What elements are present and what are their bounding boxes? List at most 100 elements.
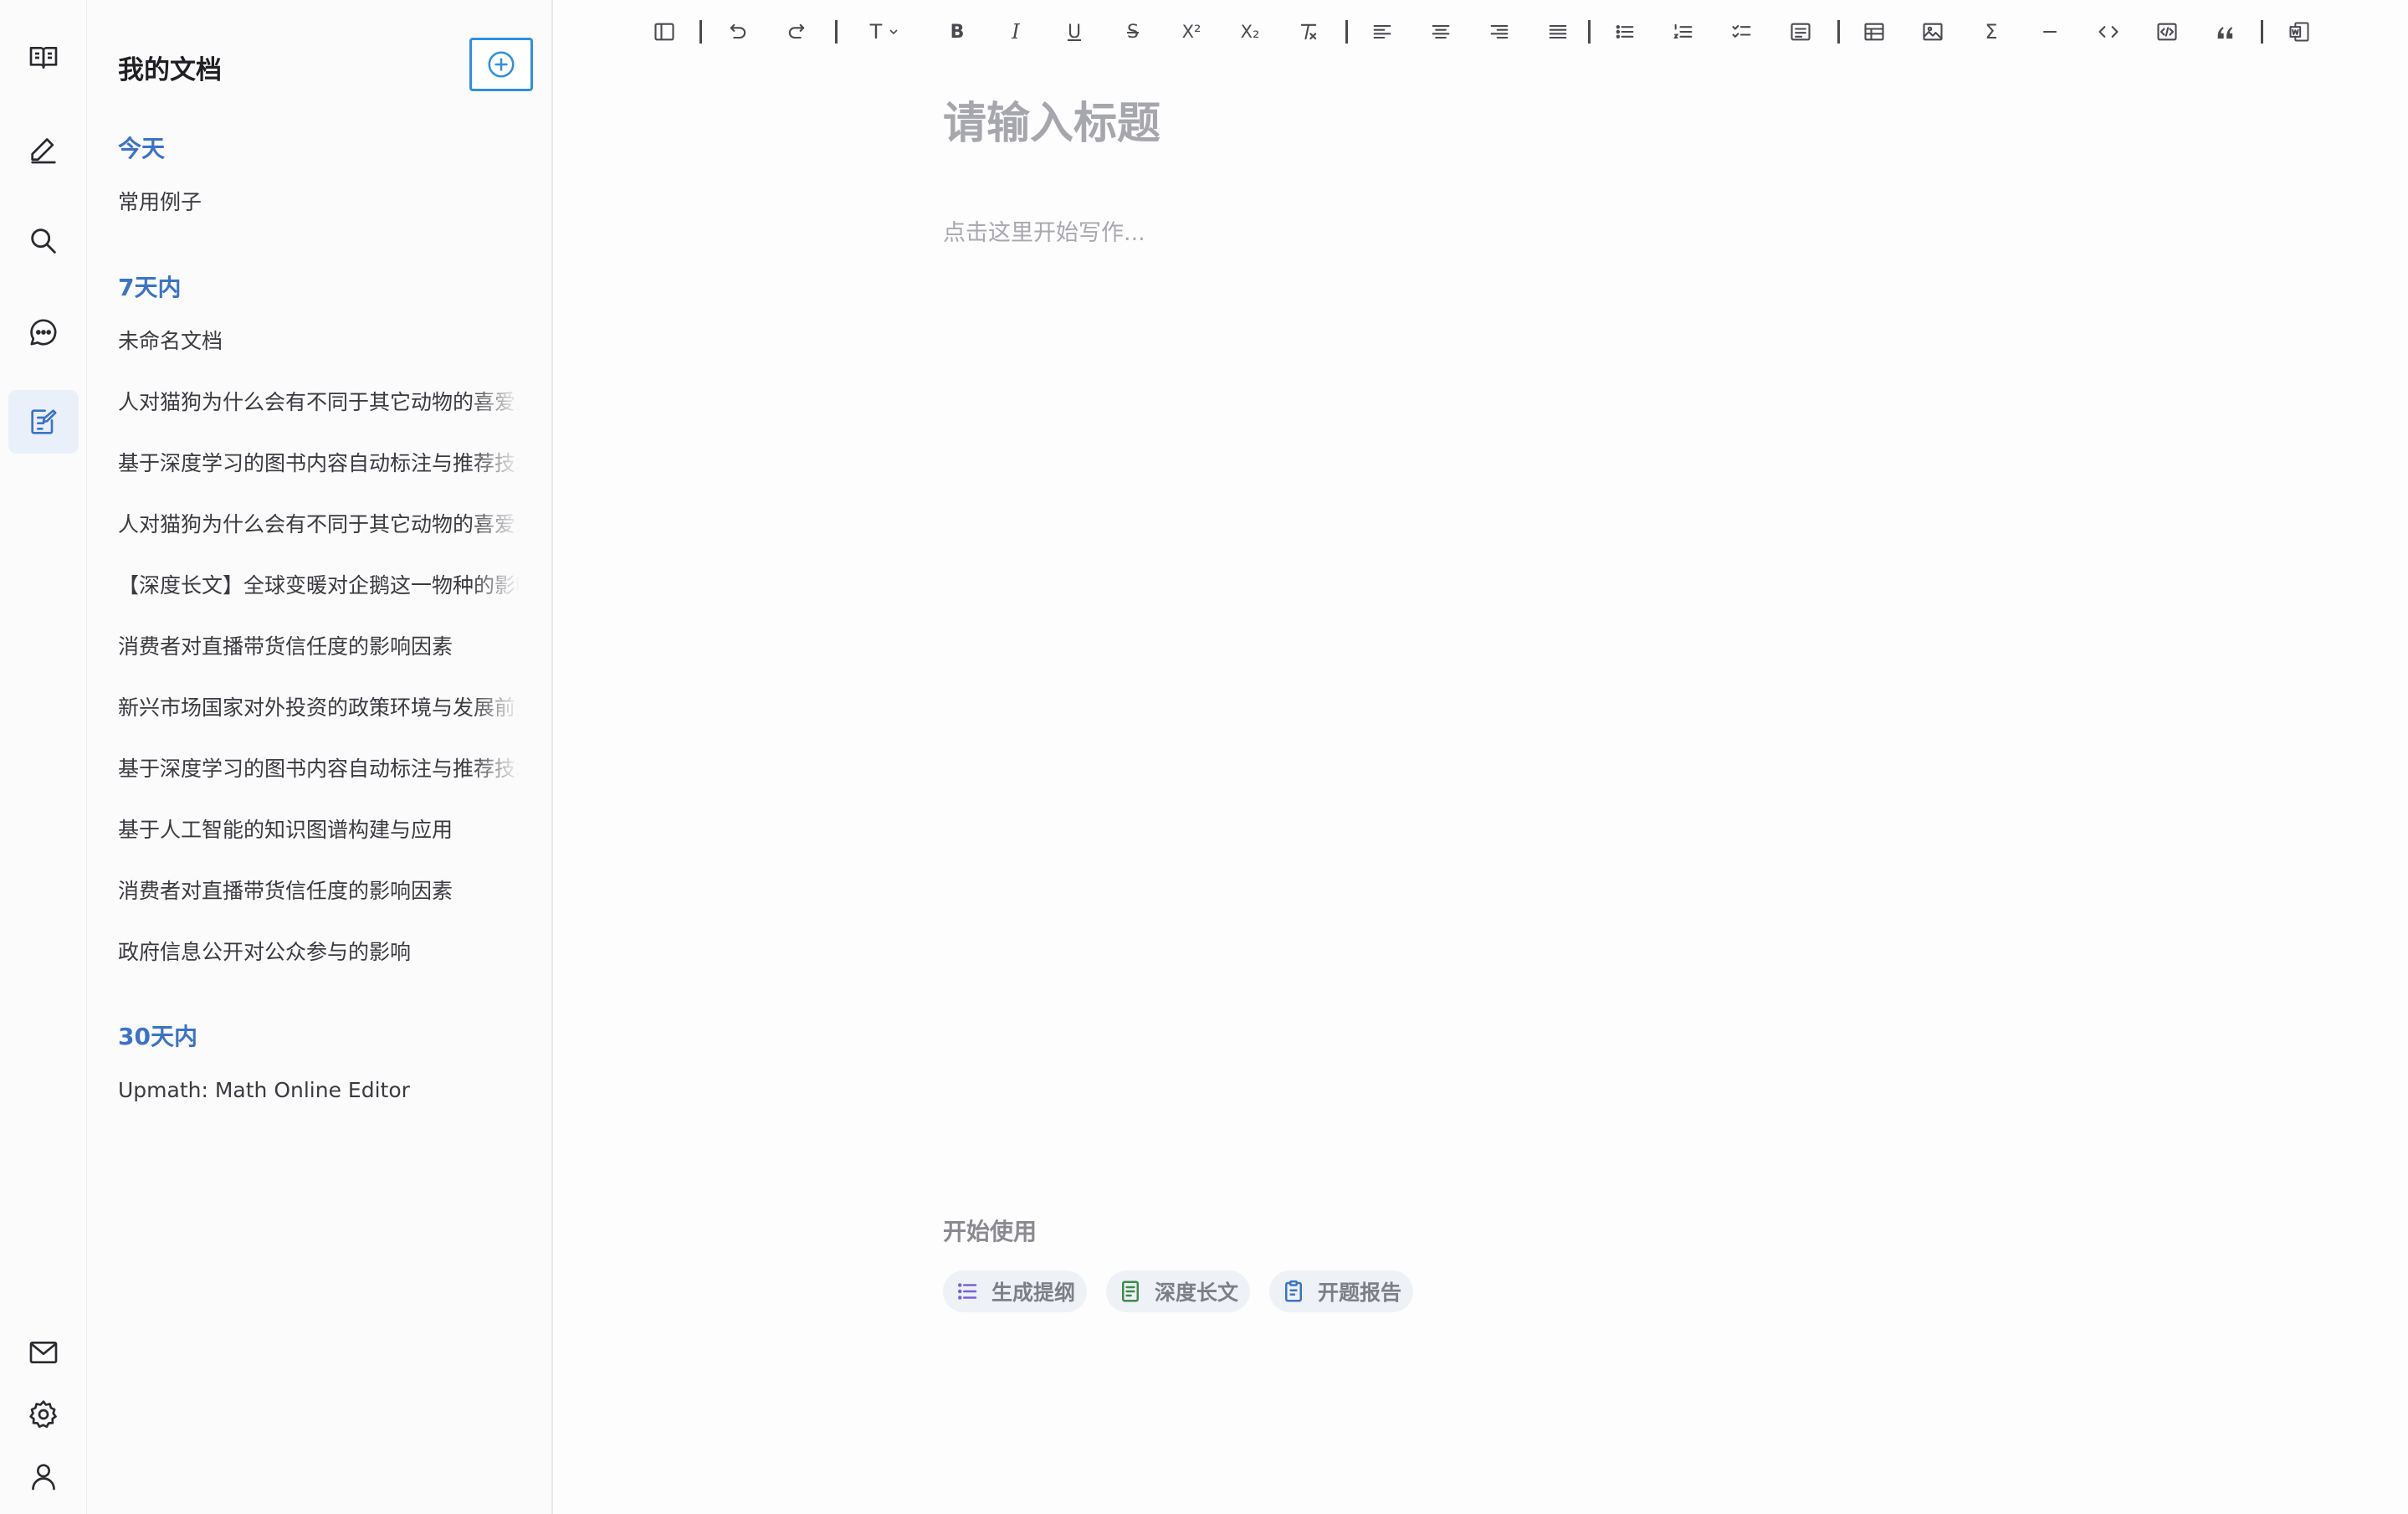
formula-icon: Σ <box>1985 20 1998 44</box>
bold-icon: B <box>950 21 965 43</box>
code-block-icon <box>2157 23 2177 41</box>
sidebar-toggle-icon <box>654 23 674 41</box>
doc-item[interactable]: 基于深度学习的图书内容自动标注与推荐技术研究 <box>118 744 536 791</box>
export-word-button[interactable] <box>2282 15 2316 49</box>
chip-label: 开题报告 <box>1318 1280 1402 1305</box>
group-label-today: 今天 <box>118 135 166 162</box>
chip-label: 生成提纲 <box>991 1280 1076 1305</box>
undo-button[interactable] <box>721 15 755 49</box>
plus-circle-icon <box>488 51 515 78</box>
bullet-list-button[interactable] <box>1608 15 1642 49</box>
editor-body-placeholder[interactable]: 点击这里开始写作... <box>943 214 1145 247</box>
doc-item[interactable]: 人对猫狗为什么会有不同于其它动物的喜爱之情 <box>118 377 536 424</box>
ordered-list-button[interactable] <box>1667 15 1700 49</box>
align-justify-icon <box>1549 24 1567 39</box>
strikethrough-button[interactable]: S <box>1116 15 1150 49</box>
rail-user-button[interactable] <box>8 1445 79 1508</box>
undo-icon <box>730 23 746 39</box>
code-block-button[interactable] <box>2150 15 2184 49</box>
subscript-button[interactable]: X₂ <box>1233 15 1267 49</box>
doc-item[interactable]: 新兴市场国家对外投资的政策环境与发展前景 <box>118 683 536 730</box>
doc-item[interactable]: Upmath: Math Online Editor <box>118 1066 536 1113</box>
rail-search-button[interactable] <box>8 209 79 273</box>
doc-item-title: 基于人工智能的知识图谱构建与应用 <box>118 818 453 842</box>
doc-item[interactable]: 基于人工智能的知识图谱构建与应用 <box>118 805 536 852</box>
get-started-label: 开始使用 <box>943 1218 1037 1245</box>
quote-icon <box>2217 27 2233 39</box>
align-left-button[interactable] <box>1365 15 1399 49</box>
strikethrough-icon: S <box>1127 21 1139 43</box>
app-window: 我的文档 今天 常用例子 7天内 未命名文档 人对猫狗为什么会有不同于其它动物的… <box>0 0 2408 1514</box>
horizontal-rule-button[interactable] <box>2033 15 2067 49</box>
redo-icon <box>788 23 805 39</box>
left-rail <box>0 0 87 1514</box>
align-center-button[interactable] <box>1424 15 1458 49</box>
doc-item[interactable]: 消费者对直播带货信任度的影响因素 <box>118 866 536 913</box>
inline-code-icon <box>2098 26 2119 38</box>
rail-settings-button[interactable] <box>8 1383 79 1446</box>
align-justify-button[interactable] <box>1541 15 1575 49</box>
user-icon <box>32 1464 55 1491</box>
underline-button[interactable]: U <box>1058 15 1091 49</box>
bold-button[interactable]: B <box>940 15 974 49</box>
doc-item[interactable]: 消费者对直播带货信任度的影响因素 <box>118 622 536 669</box>
long-article-chip[interactable]: 深度长文 <box>1106 1270 1251 1312</box>
image-button[interactable] <box>1916 15 1949 49</box>
text-style-dropdown[interactable]: T <box>858 15 912 49</box>
doc-item[interactable]: 基于深度学习的图书内容自动标注与推荐技术研究 <box>118 439 536 485</box>
doc-item-title: 基于深度学习的图书内容自动标注与推荐技术研究 <box>118 451 520 475</box>
search-icon <box>31 228 56 254</box>
table-button[interactable] <box>1857 15 1891 49</box>
outline-button[interactable] <box>1784 15 1817 49</box>
editor-toolbar: T B I U S X² X₂ Σ <box>554 0 2408 62</box>
group-label-30days: 30天内 <box>118 1023 197 1050</box>
italic-icon: I <box>1012 20 1020 44</box>
edit-document-icon <box>31 409 57 434</box>
table-icon <box>1864 23 1884 41</box>
generate-outline-chip[interactable]: 生成提纲 <box>943 1270 1088 1312</box>
doc-item-title: 未命名文档 <box>118 329 223 353</box>
chat-icon <box>30 319 57 346</box>
doc-item-title: 政府信息公开对公众参与的影响 <box>118 940 412 964</box>
quote-button[interactable] <box>2209 15 2242 49</box>
horizontal-rule-icon <box>2042 30 2057 33</box>
doc-item[interactable]: 未命名文档 <box>118 316 536 363</box>
superscript-icon: X² <box>1181 22 1201 42</box>
doc-item[interactable]: 人对猫狗为什么会有不同于其它动物的喜爱之情 <box>118 500 536 547</box>
ordered-list-icon <box>1673 23 1693 39</box>
rail-chat-button[interactable] <box>8 300 79 364</box>
documents-icon <box>29 47 58 69</box>
document-list-panel: 我的文档 今天 常用例子 7天内 未命名文档 人对猫狗为什么会有不同于其它动物的… <box>88 0 553 1514</box>
inline-code-button[interactable] <box>2092 15 2125 49</box>
rail-mail-button[interactable] <box>8 1321 79 1384</box>
task-list-button[interactable] <box>1725 15 1759 49</box>
superscript-button[interactable]: X² <box>1175 15 1208 49</box>
align-left-icon <box>1373 24 1391 39</box>
panel-title: 我的文档 <box>118 55 222 85</box>
doc-item-title: 常用例子 <box>118 190 202 214</box>
title-input[interactable] <box>943 99 2198 149</box>
underline-icon: U <box>1067 21 1082 43</box>
article-icon <box>1122 1280 1139 1302</box>
doc-item[interactable]: 政府信息公开对公众参与的影响 <box>118 927 536 974</box>
export-word-icon <box>2289 22 2309 42</box>
subscript-icon: X₂ <box>1240 22 1260 42</box>
align-right-button[interactable] <box>1483 15 1516 49</box>
chevron-down-icon <box>889 29 898 35</box>
doc-item-title: 新兴市场国家对外投资的政策环境与发展前景 <box>118 695 520 720</box>
rail-documents-button[interactable] <box>8 26 79 90</box>
image-icon <box>1923 23 1943 41</box>
redo-button[interactable] <box>780 15 813 49</box>
italic-button[interactable]: I <box>999 15 1032 49</box>
rail-write-button[interactable] <box>8 118 79 182</box>
group-label-7days: 7天内 <box>118 274 182 301</box>
formula-button[interactable]: Σ <box>1975 15 2008 49</box>
proposal-report-chip[interactable]: 开题报告 <box>1269 1270 1414 1312</box>
sidebar-toggle-button[interactable] <box>648 15 681 49</box>
doc-item[interactable]: 【深度长文】全球变暖对企鹅这一物种的影响 <box>118 561 536 608</box>
bullet-list-icon <box>1616 24 1634 39</box>
rail-notes-button[interactable] <box>8 390 79 454</box>
new-document-button[interactable] <box>469 38 533 91</box>
clear-format-button[interactable] <box>1292 15 1325 49</box>
doc-item[interactable]: 常用例子 <box>118 177 536 224</box>
